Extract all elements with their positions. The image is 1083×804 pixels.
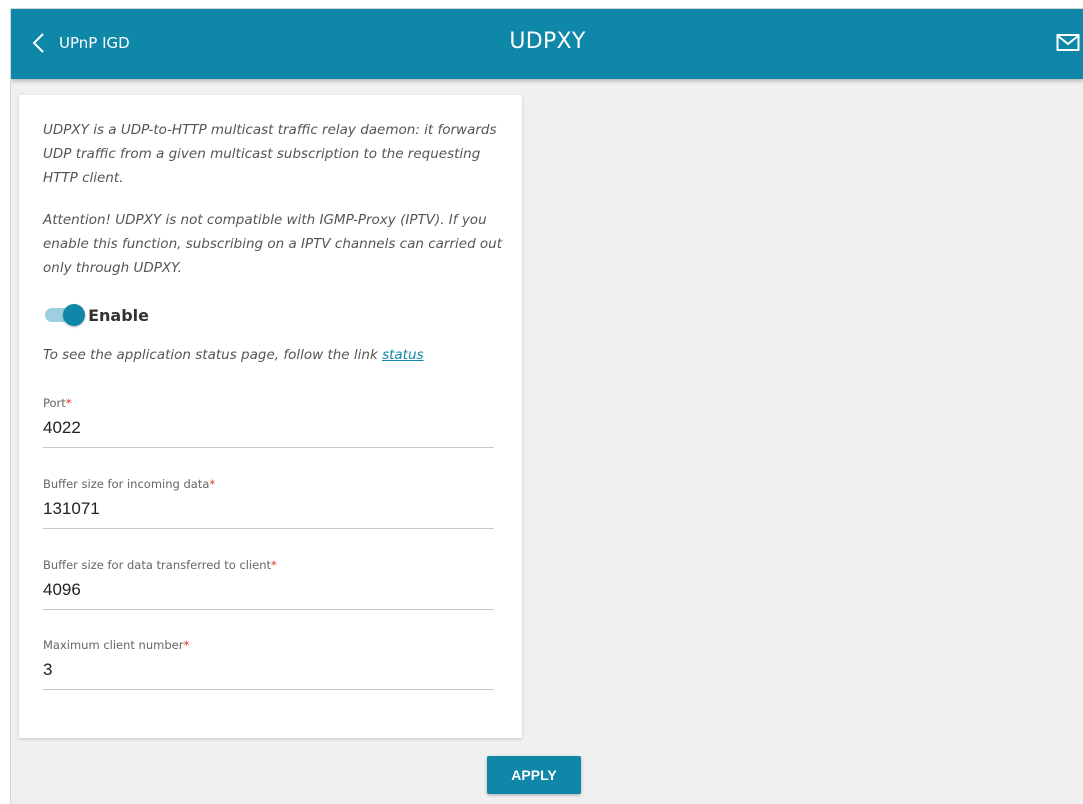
toggle-knob bbox=[63, 304, 85, 326]
description-text: UDPXY is a UDP-to-HTTP multicast traffic… bbox=[43, 122, 497, 186]
buffer-in-label: Buffer size for incoming data* bbox=[43, 477, 494, 491]
buffer-in-input[interactable] bbox=[43, 499, 494, 519]
enable-label: Enable bbox=[88, 305, 149, 325]
buffer-out-input[interactable] bbox=[43, 580, 494, 600]
top-bar: UPnP IGD UDPXY bbox=[11, 9, 1083, 79]
toggle-track bbox=[45, 304, 85, 326]
required-mark: * bbox=[209, 477, 216, 491]
apply-button[interactable]: APPLY bbox=[487, 756, 581, 794]
mail-icon[interactable] bbox=[1056, 33, 1080, 53]
status-hint-text: To see the application status page, foll… bbox=[43, 347, 383, 363]
port-input[interactable] bbox=[43, 418, 494, 438]
max-clients-label-text: Maximum client number bbox=[43, 638, 184, 652]
port-label-text: Port bbox=[43, 396, 66, 410]
max-clients-input[interactable] bbox=[43, 660, 494, 680]
max-clients-label: Maximum client number* bbox=[43, 638, 494, 652]
required-mark: * bbox=[271, 558, 277, 572]
page-title: UDPXY bbox=[509, 29, 586, 54]
required-mark: * bbox=[183, 638, 190, 652]
attention-text: Attention! UDPXY is not compatible with … bbox=[43, 212, 503, 276]
buffer-in-field: Buffer size for incoming data* bbox=[43, 477, 494, 529]
enable-toggle[interactable]: Enable bbox=[45, 302, 149, 328]
port-label: Port* bbox=[43, 396, 494, 410]
status-hint: To see the application status page, foll… bbox=[43, 347, 424, 363]
buffer-in-label-text: Buffer size for incoming data bbox=[43, 477, 210, 491]
required-mark: * bbox=[65, 396, 72, 410]
port-field: Port* bbox=[43, 396, 494, 448]
app-frame: UPnP IGD UDPXY UDPXY is a UDP-to-HTTP mu… bbox=[10, 8, 1083, 804]
buffer-out-label: Buffer size for data transferred to clie… bbox=[43, 558, 494, 572]
max-clients-field: Maximum client number* bbox=[43, 638, 494, 690]
buffer-out-field: Buffer size for data transferred to clie… bbox=[43, 558, 494, 610]
status-link[interactable]: status bbox=[382, 347, 423, 363]
settings-card: UDPXY is a UDP-to-HTTP multicast traffic… bbox=[19, 95, 522, 738]
buffer-out-label-text: Buffer size for data transferred to clie… bbox=[43, 558, 272, 572]
